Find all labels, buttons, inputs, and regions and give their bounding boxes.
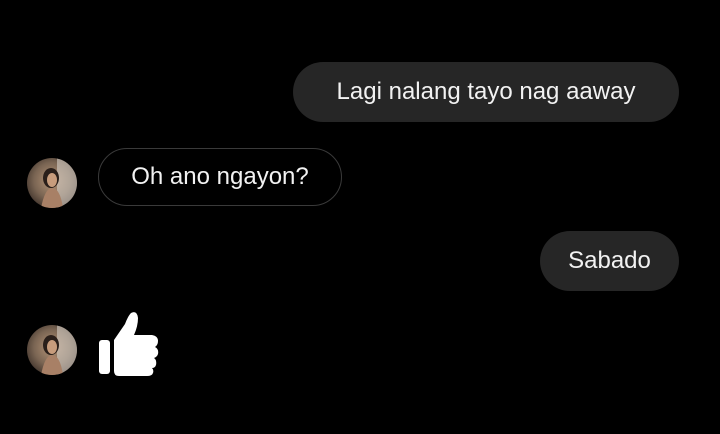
message-text: Oh ano ngayon? xyxy=(131,163,309,190)
contact-avatar[interactable] xyxy=(27,158,77,208)
avatar-photo xyxy=(27,158,77,208)
message-bubble-received[interactable]: Oh ano ngayon? xyxy=(98,148,342,206)
message-text: Lagi nalang tayo nag aaway xyxy=(336,78,636,105)
message-text: Sabado xyxy=(568,247,651,274)
thumbs-up-icon xyxy=(99,312,159,376)
avatar-photo xyxy=(27,325,77,375)
message-bubble-sent[interactable]: Sabado xyxy=(540,231,679,291)
message-bubble-sent[interactable]: Lagi nalang tayo nag aaway xyxy=(293,62,679,122)
thumbs-up-message[interactable] xyxy=(97,310,161,381)
contact-avatar[interactable] xyxy=(27,325,77,375)
